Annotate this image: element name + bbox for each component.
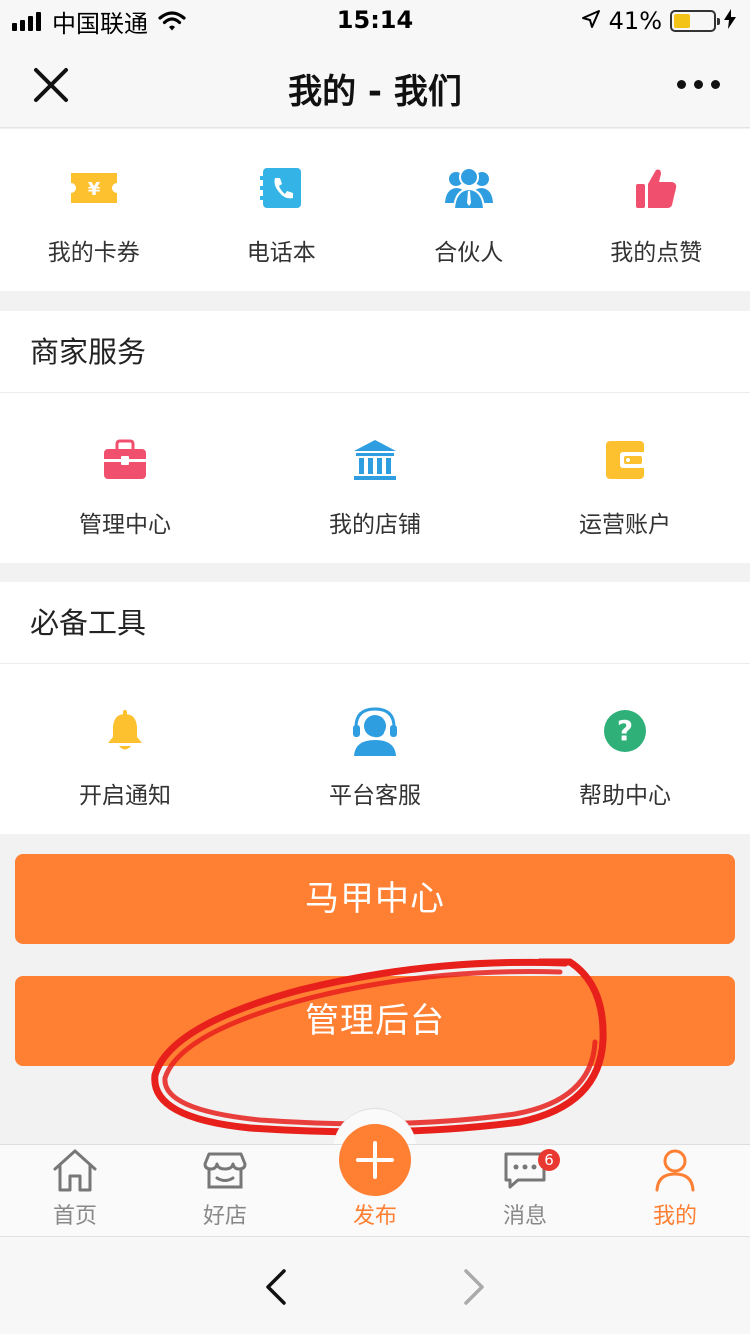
admin-backend-button[interactable]: 管理后台 [15, 976, 735, 1066]
bell-icon [100, 706, 150, 756]
grid-item-label: 帮助中心 [579, 783, 671, 809]
page-title: 我的 - 我们 [288, 72, 462, 112]
vest-center-button[interactable]: 马甲中心 [15, 854, 735, 944]
grid-item-management-center[interactable]: 管理中心 [0, 393, 250, 563]
publish-button[interactable] [339, 1124, 411, 1196]
grid-item-coupons[interactable]: ¥ 我的卡券 [0, 129, 188, 291]
location-arrow-icon [581, 7, 601, 35]
grid-item-help-center[interactable]: ? 帮助中心 [500, 664, 750, 834]
plus-icon [356, 1141, 394, 1179]
grid-item-notifications[interactable]: 开启通知 [0, 664, 250, 834]
grid-item-label: 合伙人 [434, 240, 504, 266]
status-bar: 中国联通 15:14 41% [0, 0, 750, 42]
tab-label: 发布 [352, 1204, 397, 1229]
tab-home[interactable]: 首页 [0, 1145, 150, 1236]
nav-bar: 我的 - 我们 [0, 42, 750, 128]
tab-label: 首页 [52, 1204, 97, 1229]
section-title: 商家服务 [0, 311, 750, 393]
svg-text:¥: ¥ [87, 179, 100, 200]
tab-label: 消息 [502, 1204, 547, 1229]
person-icon [654, 1145, 696, 1194]
quick-access-grid: ¥ 我的卡券 电话本 合伙人 我的点赞 [0, 129, 750, 291]
tab-label: 我的 [652, 1204, 697, 1229]
grid-item-likes[interactable]: 我的点赞 [563, 129, 750, 291]
headset-icon [350, 706, 400, 756]
grid-item-label: 我的店铺 [329, 512, 421, 538]
essential-tools-section: 必备工具 开启通知 平台客服 ? 帮助中心 [0, 582, 750, 834]
phonebook-icon [256, 163, 306, 213]
grid-item-label: 管理中心 [79, 512, 171, 538]
bank-icon [350, 435, 400, 485]
question-icon: ? [600, 706, 650, 756]
ticket-icon: ¥ [69, 163, 119, 213]
grid-item-operating-account[interactable]: 运营账户 [500, 393, 750, 563]
tab-mine[interactable]: 我的 [600, 1145, 750, 1236]
charging-icon [724, 7, 736, 35]
tab-messages[interactable]: 消息 [450, 1145, 600, 1236]
forward-arrow-icon[interactable] [460, 1269, 488, 1309]
grid-item-label: 我的点赞 [610, 240, 703, 266]
svg-text:?: ? [617, 714, 633, 747]
grid-item-label: 平台客服 [329, 783, 421, 809]
thumbs-up-icon [631, 163, 681, 213]
grid-item-label: 开启通知 [79, 783, 171, 809]
partner-icon [444, 163, 494, 213]
wallet-icon [600, 435, 650, 485]
grid-item-label: 我的卡券 [47, 240, 140, 266]
tab-label: 好店 [202, 1204, 247, 1229]
merchant-services-section: 商家服务 管理中心 我的店铺 运营账户 [0, 311, 750, 563]
grid-item-my-store[interactable]: 我的店铺 [250, 393, 500, 563]
message-badge: 6 [538, 1149, 560, 1171]
browser-toolbar [0, 1236, 750, 1334]
section-title: 必备工具 [0, 582, 750, 664]
battery-percent: 41% [608, 7, 662, 35]
battery-icon [670, 10, 720, 32]
back-arrow-icon[interactable] [262, 1269, 290, 1309]
grid-item-customer-service[interactable]: 平台客服 [250, 664, 500, 834]
grid-item-partners[interactable]: 合伙人 [375, 129, 563, 291]
grid-item-label: 电话本 [246, 240, 316, 266]
tab-good-stores[interactable]: 好店 [150, 1145, 300, 1236]
more-options-icon[interactable] [669, 80, 720, 89]
home-icon [51, 1145, 99, 1194]
briefcase-icon [100, 435, 150, 485]
grid-item-label: 运营账户 [579, 512, 671, 538]
grid-item-phonebook[interactable]: 电话本 [188, 129, 376, 291]
store-icon [203, 1145, 247, 1194]
